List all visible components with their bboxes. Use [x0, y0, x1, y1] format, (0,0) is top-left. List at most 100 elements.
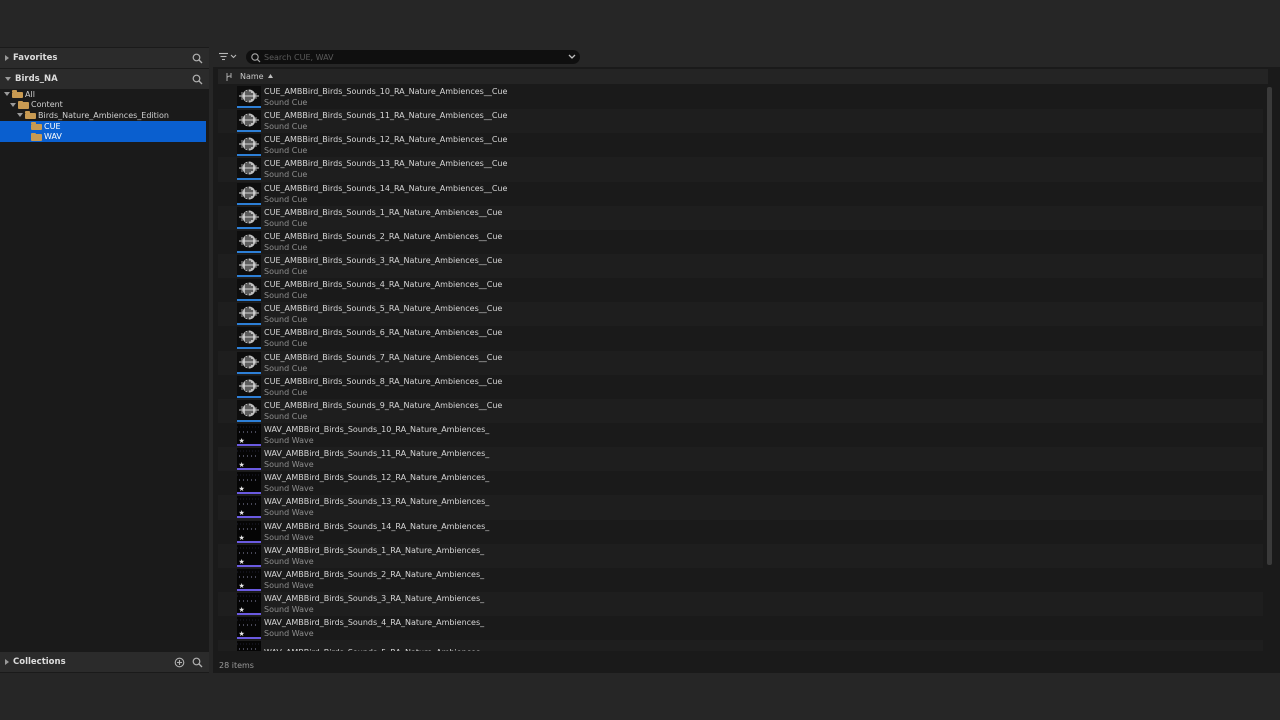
favorites-header[interactable]: Favorites	[0, 48, 209, 68]
folder-icon	[31, 132, 42, 141]
asset-type: Sound Cue	[264, 339, 308, 349]
asset-type: Sound Cue	[264, 315, 308, 325]
chevron-down-icon[interactable]	[564, 52, 580, 62]
asset-type: Sound Cue	[264, 267, 308, 277]
sound-cue-thumbnail-icon	[237, 134, 261, 157]
asset-labels: CUE_AMBBird_Birds_Sounds_9_RA_Nature_Amb…	[264, 400, 502, 422]
list-item[interactable]: CUE_AMBBird_Birds_Sounds_11_RA_Nature_Am…	[218, 109, 1263, 134]
asset-name: WAV_AMBBird_Birds_Sounds_2_RA_Nature_Amb…	[264, 569, 485, 579]
scrollbar[interactable]	[1267, 87, 1272, 565]
asset-type: Sound Wave	[264, 556, 314, 566]
asset-name: WAV_AMBBird_Birds_Sounds_11_RA_Nature_Am…	[264, 449, 490, 459]
asset-name: CUE_AMBBird_Birds_Sounds_8_RA_Nature_Amb…	[264, 376, 503, 386]
list-item[interactable]: CUE_AMBBird_Birds_Sounds_13_RA_Nature_Am…	[218, 157, 1263, 182]
column-name-header[interactable]: Name	[240, 72, 264, 81]
list-item[interactable]: ★WAV_AMBBird_Birds_Sounds_5_RA_Nature_Am…	[218, 640, 1263, 651]
asset-type: Sound Wave	[264, 508, 314, 518]
asset-labels: WAV_AMBBird_Birds_Sounds_3_RA_Nature_Amb…	[264, 593, 484, 615]
asset-labels: CUE_AMBBird_Birds_Sounds_4_RA_Nature_Amb…	[264, 279, 502, 301]
list-item[interactable]: CUE_AMBBird_Birds_Sounds_1_RA_Nature_Amb…	[218, 205, 1263, 230]
sound-cue-thumbnail-icon	[237, 110, 261, 133]
list-item[interactable]: CUE_AMBBird_Birds_Sounds_14_RA_Nature_Am…	[218, 182, 1263, 206]
asset-name: WAV_AMBBird_Birds_Sounds_1_RA_Nature_Amb…	[264, 545, 485, 555]
list-item[interactable]: CUE_AMBBird_Birds_Sounds_7_RA_Nature_Amb…	[218, 350, 1263, 375]
asset-labels: CUE_AMBBird_Birds_Sounds_1_RA_Nature_Amb…	[264, 207, 502, 229]
asset-name: CUE_AMBBird_Birds_Sounds_2_RA_Nature_Amb…	[264, 231, 503, 241]
folder-open-icon	[25, 111, 36, 120]
asset-type: Sound Cue	[264, 122, 308, 132]
expand-arrow-icon[interactable]	[5, 659, 9, 665]
collapse-arrow-icon[interactable]	[4, 92, 10, 97]
asset-labels: CUE_AMBBird_Birds_Sounds_11_RA_Nature_Am…	[264, 110, 507, 132]
filter-button[interactable]	[217, 50, 241, 64]
search-input[interactable]	[264, 51, 564, 63]
asset-name: WAV_AMBBird_Birds_Sounds_12_RA_Nature_Am…	[264, 473, 490, 483]
content-browser: Favorites Birds_NA All Content Birds_Nat…	[0, 0, 1280, 720]
search-box	[246, 50, 580, 64]
list-item[interactable]: ★ WAV_AMBBird_Birds_Sounds_14_RA_Nature_A…	[218, 520, 1263, 544]
collapse-arrow-icon[interactable]	[17, 113, 23, 118]
list-item[interactable]: CUE_AMBBird_Birds_Sounds_8_RA_Nature_Amb…	[218, 375, 1263, 399]
list-item[interactable]: CUE_AMBBird_Birds_Sounds_9_RA_Nature_Amb…	[218, 398, 1263, 423]
list-item[interactable]: CUE_AMBBird_Birds_Sounds_12_RA_Nature_Am…	[218, 133, 1263, 157]
sound-cue-thumbnail-icon	[237, 182, 261, 205]
tree-item-content[interactable]: Content	[0, 100, 209, 111]
list-item[interactable]: ★ WAV_AMBBird_Birds_Sounds_1_RA_Nature_Am…	[218, 543, 1263, 568]
list-item[interactable]: CUE_AMBBird_Birds_Sounds_3_RA_Nature_Amb…	[218, 253, 1263, 279]
sound-cue-thumbnail-icon	[237, 158, 261, 181]
asset-labels: CUE_AMBBird_Birds_Sounds_6_RA_Nature_Amb…	[264, 327, 502, 349]
favorites-label: Favorites	[13, 53, 58, 63]
list-item[interactable]: ★ WAV_AMBBird_Birds_Sounds_11_RA_Nature_A…	[218, 447, 1263, 472]
add-collection-icon[interactable]	[171, 654, 187, 670]
asset-type: Sound Wave	[264, 629, 314, 639]
list-item[interactable]: ★ WAV_AMBBird_Birds_Sounds_3_RA_Nature_Am…	[218, 591, 1263, 617]
asset-name: CUE_AMBBird_Birds_Sounds_3_RA_Nature_Amb…	[264, 256, 503, 266]
asset-type: Sound Cue	[264, 411, 308, 421]
sound-cue-thumbnail-icon	[237, 255, 261, 278]
project-header[interactable]: Birds_NA	[0, 69, 209, 89]
search-icon	[251, 52, 261, 62]
asset-type: Sound Cue	[264, 291, 308, 301]
sound-wave-thumbnail-icon: ★	[237, 568, 261, 591]
sort-ascending-icon[interactable]	[267, 72, 274, 81]
sound-cue-thumbnail-icon	[237, 230, 261, 253]
list-item[interactable]: CUE_AMBBird_Birds_Sounds_10_RA_Nature_Am…	[218, 85, 1263, 109]
list-item[interactable]: CUE_AMBBird_Birds_Sounds_4_RA_Nature_Amb…	[218, 278, 1263, 302]
asset-labels: WAV_AMBBird_Birds_Sounds_1_RA_Nature_Amb…	[264, 545, 484, 567]
collapse-arrow-icon[interactable]	[5, 77, 11, 81]
folder-open-icon	[12, 90, 23, 99]
expand-arrow-icon[interactable]	[5, 55, 9, 61]
collapse-arrow-icon[interactable]	[10, 102, 16, 107]
columns-options-icon[interactable]	[218, 72, 240, 82]
list-item[interactable]: ★ WAV_AMBBird_Birds_Sounds_10_RA_Nature_A…	[218, 423, 1263, 447]
asset-name: CUE_AMBBird_Birds_Sounds_11_RA_Nature_Am…	[264, 111, 508, 121]
search-icon[interactable]	[189, 71, 205, 87]
asset-labels: CUE_AMBBird_Birds_Sounds_13_RA_Nature_Am…	[264, 158, 507, 180]
sound-cue-thumbnail-icon	[237, 303, 261, 326]
asset-labels: CUE_AMBBird_Birds_Sounds_8_RA_Nature_Amb…	[264, 376, 502, 398]
search-icon[interactable]	[189, 654, 205, 670]
svg-text:★: ★	[239, 437, 245, 444]
tree-item-label: Birds_Nature_Ambiences_Edition	[38, 110, 169, 120]
sound-cue-thumbnail-icon	[237, 279, 261, 302]
list-item[interactable]: ★ WAV_AMBBird_Birds_Sounds_4_RA_Nature_Am…	[218, 616, 1263, 640]
tree-item-wav[interactable]: WAV	[0, 131, 206, 142]
search-icon[interactable]	[189, 50, 205, 66]
asset-name: WAV_AMBBird_Birds_Sounds_13_RA_Nature_Am…	[264, 497, 490, 507]
list-item[interactable]: ★ WAV_AMBBird_Birds_Sounds_2_RA_Nature_Am…	[218, 568, 1263, 592]
collections-header[interactable]: Collections	[0, 652, 209, 672]
tree-item-all[interactable]: All	[0, 89, 209, 100]
asset-name: CUE_AMBBird_Birds_Sounds_1_RA_Nature_Amb…	[264, 207, 503, 217]
tree-item-birds-nature-ambiences-edition[interactable]: Birds_Nature_Ambiences_Edition	[0, 110, 209, 121]
asset-type: Sound Wave	[264, 532, 314, 542]
list-item[interactable]: ★ WAV_AMBBird_Birds_Sounds_12_RA_Nature_A…	[218, 471, 1263, 495]
list-item[interactable]: CUE_AMBBird_Birds_Sounds_2_RA_Nature_Amb…	[218, 230, 1263, 254]
tree-item-cue[interactable]: CUE	[0, 120, 206, 132]
asset-labels: CUE_AMBBird_Birds_Sounds_7_RA_Nature_Amb…	[264, 352, 502, 374]
column-header: Name	[218, 69, 1268, 84]
list-item[interactable]: CUE_AMBBird_Birds_Sounds_6_RA_Nature_Amb…	[218, 326, 1263, 350]
list-item[interactable]: CUE_AMBBird_Birds_Sounds_5_RA_Nature_Amb…	[218, 302, 1263, 327]
sound-wave-thumbnail-icon: ★	[237, 593, 261, 616]
list-item[interactable]: ★ WAV_AMBBird_Birds_Sounds_13_RA_Nature_A…	[218, 495, 1263, 520]
asset-labels: WAV_AMBBird_Birds_Sounds_4_RA_Nature_Amb…	[264, 617, 484, 639]
